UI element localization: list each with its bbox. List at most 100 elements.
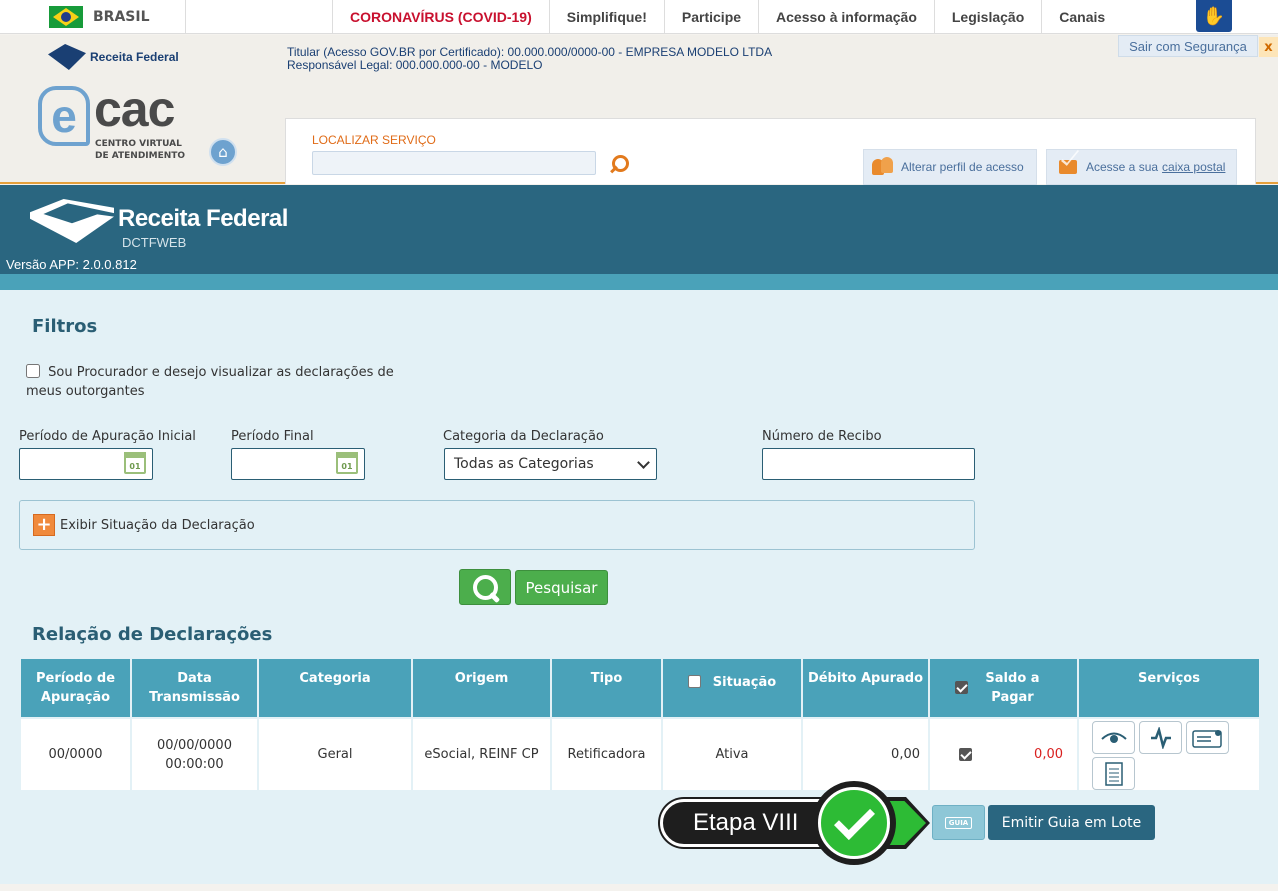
ecac-logo-subtitle: CENTRO VIRTUAL DE ATENDIMENTO — [95, 139, 186, 161]
periodo-final-input[interactable]: 01 — [231, 448, 365, 480]
cell-data-time: 00:00:00 — [165, 756, 224, 772]
guia-icon: GUIA — [944, 816, 973, 829]
caixa-postal-button[interactable]: Acesse a sua caixa postal — [1046, 149, 1237, 185]
periodo-final-label: Período Final — [231, 429, 314, 444]
brasil-link[interactable]: BRASIL — [0, 0, 186, 34]
receita-logo-icon — [48, 44, 86, 70]
localizar-label: LOCALIZAR SERVIÇO — [312, 133, 436, 147]
col-categoria: Categoria — [259, 659, 413, 717]
link-participe[interactable]: Participe — [663, 0, 758, 34]
col-situacao: Situação — [663, 659, 803, 717]
saldo-value: 0,00 — [1034, 747, 1063, 762]
col-saldo: Saldo a Pagar — [930, 659, 1079, 717]
visualizar-button[interactable] — [1092, 721, 1135, 754]
cell-categoria: Geral — [259, 719, 413, 790]
calendar-icon[interactable]: 01 — [336, 452, 358, 474]
col-saldo-label: Saldo a Pagar — [985, 671, 1040, 705]
col-debito: Débito Apurado — [803, 659, 930, 717]
search-panel: LOCALIZAR SERVIÇO Alterar perfil de aces… — [285, 118, 1256, 185]
saldo-select-all-checkbox[interactable] — [955, 681, 968, 694]
receita-federal-icon — [30, 193, 114, 247]
responsavel-line: Responsável Legal: 000.000.000-00 - MODE… — [287, 58, 543, 72]
exibir-situacao-label: Exibir Situação da Declaração — [60, 517, 255, 533]
calendar-icon[interactable]: 01 — [124, 452, 146, 474]
historico-button[interactable] — [1139, 721, 1182, 754]
mail-icon — [1059, 160, 1077, 174]
brasil-label: BRASIL — [93, 9, 150, 25]
cell-debito: 0,00 — [803, 719, 930, 790]
col-situacao-label: Situação — [712, 675, 777, 690]
col-servicos: Serviços — [1079, 659, 1259, 717]
document-icon — [1104, 761, 1123, 786]
filtros-heading: Filtros — [32, 316, 98, 337]
cell-data-date: 00/00/0000 — [157, 737, 232, 753]
gov-links: CORONAVÍRUS (COVID-19) Simplifique! Part… — [332, 0, 1122, 34]
eye-icon — [1100, 732, 1127, 743]
periodo-inicial-input[interactable]: 01 — [19, 448, 153, 480]
home-icon[interactable]: ⌂ — [209, 138, 237, 166]
libras-hands-icon[interactable]: ✋ — [1196, 0, 1232, 32]
receipt-eye-icon — [1191, 729, 1222, 748]
row-select-checkbox[interactable] — [959, 748, 972, 761]
guia-icon-button[interactable]: GUIA — [932, 805, 985, 840]
brazil-flag-icon — [49, 6, 83, 28]
caixa-prefix: Acesse a sua — [1086, 160, 1159, 174]
link-acesso-informacao[interactable]: Acesso à informação — [758, 0, 934, 34]
cell-situacao: Ativa — [663, 719, 803, 790]
search-icon[interactable] — [608, 155, 629, 175]
procurador-label: Sou Procurador e desejo visualizar as de… — [26, 365, 394, 399]
procurador-option: Sou Procurador e desejo visualizar as de… — [26, 363, 426, 401]
cell-origem: eSocial, REINF CP — [413, 719, 552, 790]
cell-servicos — [1079, 719, 1259, 790]
link-canais[interactable]: Canais — [1041, 0, 1122, 34]
declaracoes-table: Período de Apuração Data Transmissão Cat… — [21, 659, 1259, 790]
recibo-input[interactable] — [762, 448, 975, 480]
link-simplifique[interactable]: Simplifique! — [548, 0, 664, 34]
procurador-checkbox[interactable] — [26, 364, 40, 378]
col-data: Data Transmissão — [132, 659, 259, 717]
link-legislacao[interactable]: Legislação — [933, 0, 1041, 34]
localizar-input[interactable] — [312, 151, 596, 175]
emitir-guia-lote-button[interactable]: Emitir Guia em Lote — [988, 805, 1155, 840]
caixa-postal-link[interactable]: caixa postal — [1162, 160, 1225, 174]
col-tipo: Tipo — [552, 659, 663, 717]
footer-strip — [0, 884, 1278, 891]
select-all-checkbox[interactable] — [687, 675, 701, 688]
cell-saldo: 0,00 — [930, 719, 1079, 790]
gov-bar: BRASIL CORONAVÍRUS (COVID-19) Simplifiqu… — [0, 0, 1278, 34]
search-button-icon[interactable] — [459, 569, 511, 605]
alterar-perfil-label: Alterar perfil de acesso — [901, 160, 1024, 174]
receita-federal-logo[interactable]: Receita Federal — [48, 44, 179, 70]
banner-subtitle: DCTFWEB — [122, 235, 187, 250]
cell-tipo: Retificadora — [552, 719, 663, 790]
titular-info: Titular (Acesso GOV.BR por Certificado):… — [287, 46, 772, 72]
receita-logo-text: Receita Federal — [90, 50, 179, 64]
exibir-situacao-toggle[interactable]: + Exibir Situação da Declaração — [19, 500, 975, 550]
people-icon — [872, 157, 894, 177]
ecac-logo-text: cac — [94, 81, 175, 137]
categoria-label: Categoria da Declaração — [443, 429, 604, 444]
recibo-label: Número de Recibo — [762, 429, 882, 444]
alterar-perfil-button[interactable]: Alterar perfil de acesso — [863, 149, 1037, 185]
banner-strip — [0, 274, 1278, 290]
close-icon[interactable]: x — [1259, 37, 1278, 57]
cell-data: 00/00/0000 00:00:00 — [132, 719, 259, 790]
recibo-visualizar-button[interactable] — [1186, 721, 1229, 754]
ecac-e-icon: e — [38, 86, 90, 146]
categoria-selected-value: Todas as Categorias — [454, 456, 594, 472]
sair-button[interactable]: Sair com Segurança — [1118, 35, 1258, 57]
col-origem: Origem — [413, 659, 552, 717]
col-periodo: Período de Apuração — [21, 659, 132, 717]
documento-button[interactable] — [1092, 757, 1135, 790]
chevron-down-icon — [637, 456, 650, 469]
link-covid[interactable]: CORONAVÍRUS (COVID-19) — [332, 0, 549, 34]
categoria-select[interactable]: Todas as Categorias — [444, 448, 657, 480]
activity-icon — [1150, 726, 1171, 749]
plus-icon[interactable]: + — [33, 514, 55, 536]
check-circle-icon — [818, 787, 890, 859]
pesquisar-button[interactable]: Pesquisar — [515, 570, 608, 605]
periodo-inicial-label: Período de Apuração Inicial — [19, 429, 196, 444]
dctfweb-logo: Receita Federal DCTFWEB — [30, 193, 288, 250]
app-version: Versão APP: 2.0.0.812 — [6, 257, 137, 272]
banner-title: Receita Federal — [118, 205, 288, 232]
